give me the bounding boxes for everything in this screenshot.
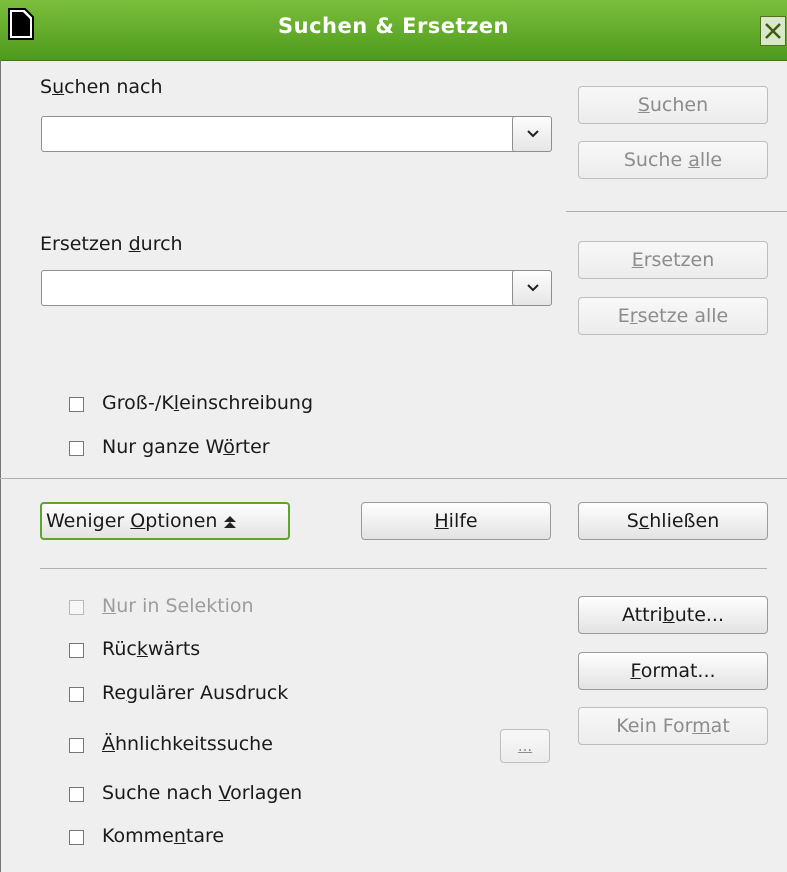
backwards-checkbox[interactable] [69,643,84,658]
replace-label: Ersetzen durch [40,233,183,255]
close-button[interactable] [760,16,786,46]
close-dialog-button[interactable]: Schließen [578,502,768,540]
similarity-settings-button[interactable]: ... [500,729,550,763]
close-icon [765,23,781,39]
replace-button[interactable]: Ersetzen [578,241,768,279]
selection-only-label[interactable]: Nur in Selektion [102,595,254,617]
whole-words-label[interactable]: Nur ganze Wörter [102,436,270,458]
fewer-options-button[interactable]: Weniger Optionen [40,502,290,540]
styles-label[interactable]: Suche nach Vorlagen [102,782,302,804]
match-case-label[interactable]: Groß-/Kleinschreibung [102,392,313,414]
separator [0,478,787,479]
chevron-down-icon [527,130,539,138]
search-input[interactable] [41,116,551,152]
regex-checkbox[interactable] [69,687,84,702]
search-all-button[interactable]: Suche alle [578,141,768,179]
comments-label[interactable]: Kommentare [102,825,224,847]
styles-checkbox[interactable] [69,787,84,802]
backwards-label[interactable]: Rückwärts [102,638,200,660]
collapse-arrow-icon [224,515,237,528]
window-title: Suchen & Ersetzen [278,14,509,38]
match-case-checkbox[interactable] [69,397,84,412]
search-dropdown-button[interactable] [512,116,552,152]
window-border [0,60,1,872]
chevron-down-icon [527,284,539,292]
title-bar: Suchen & Ersetzen [0,0,787,61]
format-button[interactable]: Format... [578,652,768,690]
replace-input[interactable] [41,270,551,306]
similarity-label[interactable]: Ähnlichkeitssuche [102,733,273,755]
whole-words-checkbox[interactable] [69,441,84,456]
search-button[interactable]: Suchen [578,86,768,124]
separator [40,568,767,569]
regex-label[interactable]: Regulärer Ausdruck [102,682,288,704]
replace-all-button[interactable]: Ersetze alle [578,297,768,335]
similarity-checkbox[interactable] [69,738,84,753]
help-button[interactable]: Hilfe [361,502,551,540]
comments-checkbox[interactable] [69,830,84,845]
selection-only-checkbox[interactable] [69,600,84,615]
separator [566,211,787,212]
search-label: Suchen nach [40,76,163,98]
no-format-button[interactable]: Kein Format [578,707,768,745]
attributes-button[interactable]: Attribute... [578,596,768,634]
replace-dropdown-button[interactable] [512,270,552,306]
